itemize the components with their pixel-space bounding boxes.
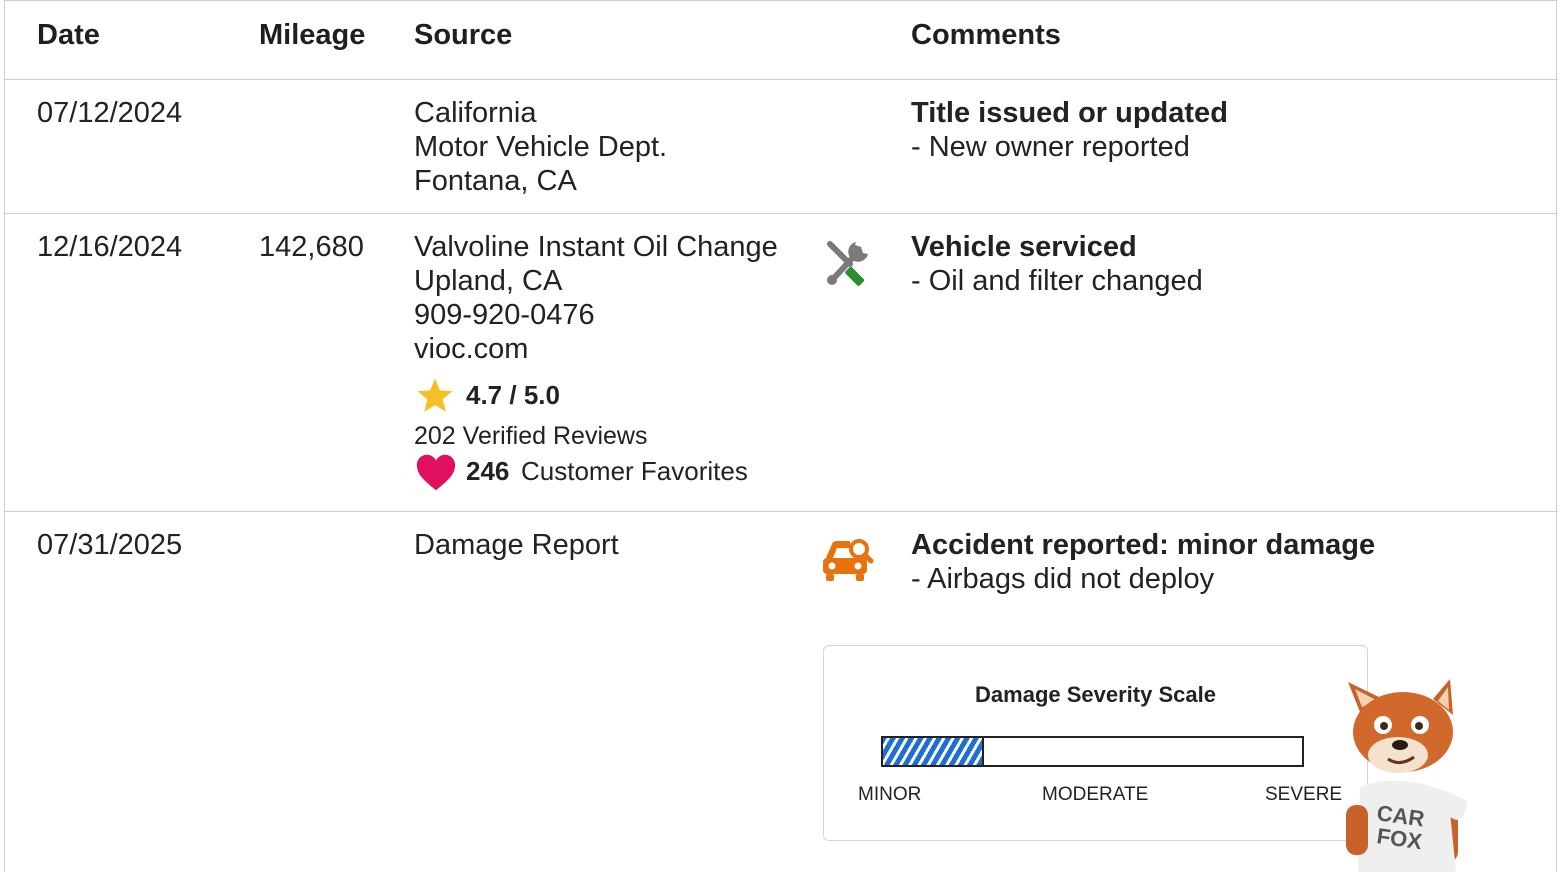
header-mileage: Mileage	[259, 19, 366, 51]
scale-label-severe: SEVERE	[1265, 784, 1343, 805]
comment-title: Accident reported: minor damage	[911, 529, 1376, 561]
header-date: Date	[37, 19, 100, 51]
source-line: California	[414, 97, 537, 129]
row-date: 07/12/2024	[37, 97, 183, 129]
carfox-mascot-image: CAR FOX	[1346, 679, 1468, 872]
severity-bar-fill	[883, 738, 984, 765]
scale-label-minor: MINOR	[858, 784, 922, 805]
source-line: Valvoline Instant Oil Change	[414, 231, 778, 263]
row-comments: Accident reported: minor damage - Airbag…	[911, 528, 1375, 596]
row-date: 07/31/2025	[37, 529, 183, 561]
scale-label-moderate: MODERATE	[1042, 784, 1149, 805]
row-source: Damage Report	[414, 528, 619, 562]
comment-title: Title issued or updated	[911, 97, 1228, 129]
favorites-label: Customer Favorites	[521, 456, 748, 486]
header-source: Source	[414, 19, 513, 51]
row-source: California Motor Vehicle Dept. Fontana, …	[414, 96, 667, 198]
table-header: Date Mileage Source Comments	[5, 1, 1558, 80]
star-icon	[417, 378, 453, 412]
row-date: 12/16/2024	[37, 231, 183, 263]
favorites-count: 246	[466, 456, 510, 486]
source-line: Motor Vehicle Dept.	[414, 131, 668, 163]
verified-reviews-link[interactable]: 202 Verified Reviews	[414, 419, 647, 453]
damage-severity-scale: Damage Severity Scale MINOR MODERATE SEV…	[823, 645, 1368, 841]
source-line[interactable]: 909-920-0476	[414, 298, 778, 332]
scale-title: Damage Severity Scale	[975, 682, 1216, 707]
row-source: Valvoline Instant Oil Change Upland, CA …	[414, 230, 778, 366]
table-row: 12/16/2024 142,680 Valvoline Instant Oil…	[5, 214, 1558, 512]
row-comments: Vehicle serviced - Oil and filter change…	[911, 230, 1203, 298]
comment-title: Vehicle serviced	[911, 231, 1137, 263]
header-comments: Comments	[911, 19, 1061, 51]
heart-icon	[416, 454, 456, 491]
severity-bar	[881, 736, 1304, 767]
source-website-link[interactable]: vioc.com	[414, 332, 778, 366]
row-comments: Title issued or updated - New owner repo…	[911, 96, 1228, 164]
comment-detail: - Airbags did not deploy	[911, 563, 1215, 595]
row-mileage: 142,680	[259, 231, 364, 263]
car-inspection-icon	[823, 539, 874, 581]
source-line: Damage Report	[414, 529, 619, 561]
wrench-screwdriver-icon	[827, 241, 868, 286]
source-line: Upland, CA	[414, 265, 563, 297]
comment-detail: - New owner reported	[911, 131, 1190, 163]
rating-value: 4.7 / 5.0	[466, 380, 560, 410]
table-row: 07/12/2024 California Motor Vehicle Dept…	[5, 80, 1558, 214]
source-line: Fontana, CA	[414, 165, 577, 197]
comment-detail: - Oil and filter changed	[911, 265, 1203, 297]
